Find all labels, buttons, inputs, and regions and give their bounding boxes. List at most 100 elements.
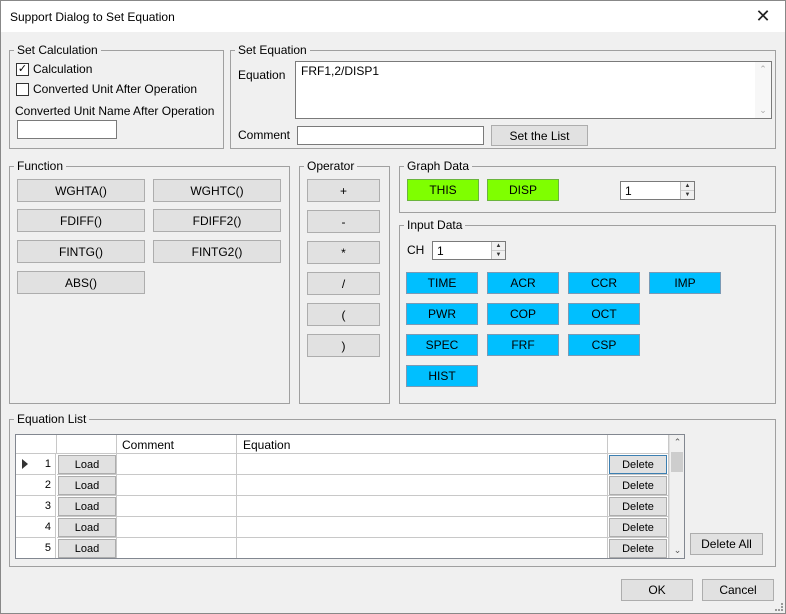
input-button-pwr[interactable]: PWR: [406, 303, 478, 325]
row-header[interactable]: 5: [16, 538, 56, 558]
equation-scrollbar[interactable]: ⌃ ⌄: [755, 62, 771, 118]
comment-cell[interactable]: [117, 496, 237, 517]
grid-header-equation: Equation: [237, 435, 608, 454]
ch-spinner[interactable]: 1 ▲ ▼: [432, 241, 506, 260]
input-button-acr[interactable]: ACR: [487, 272, 559, 294]
equation-textarea[interactable]: FRF1,2/DISP1 ⌃ ⌄: [295, 61, 772, 119]
delete-button[interactable]: Delete: [609, 518, 667, 537]
grid-header-comment-text: Comment: [122, 438, 175, 452]
converted-unit-label: Converted Unit After Operation: [33, 82, 198, 96]
grid-header-equation-text: Equation: [243, 438, 291, 452]
operator-button-multiply[interactable]: *: [307, 241, 380, 264]
grid-header-corner: [16, 435, 57, 454]
equation-cell[interactable]: [237, 475, 608, 496]
equation-label: Equation: [238, 68, 286, 82]
equation-text: FRF1,2/DISP1: [301, 64, 380, 78]
graph-data-spinner[interactable]: 1 ▲ ▼: [620, 181, 695, 200]
resize-grip-icon[interactable]: [775, 603, 783, 611]
calculation-checkbox[interactable]: ✓: [16, 63, 29, 76]
graph-button-this[interactable]: THIS: [407, 179, 479, 201]
input-button-csp[interactable]: CSP: [568, 334, 640, 356]
unit-name-input[interactable]: [17, 120, 117, 139]
cancel-button[interactable]: Cancel: [702, 579, 774, 601]
ok-button[interactable]: OK: [621, 579, 693, 601]
spinner-up-icon[interactable]: ▲: [681, 182, 694, 191]
comment-label: Comment: [238, 128, 291, 142]
load-button[interactable]: Load: [58, 455, 116, 474]
equation-cell[interactable]: [237, 517, 608, 538]
load-button[interactable]: Load: [58, 497, 116, 516]
function-button-fintg2[interactable]: FINTG2(): [153, 240, 281, 263]
function-button-fdiff[interactable]: FDIFF(): [17, 209, 145, 232]
input-button-frf[interactable]: FRF: [487, 334, 559, 356]
input-button-time[interactable]: TIME: [406, 272, 478, 294]
set-calculation-legend: Set Calculation: [17, 43, 98, 57]
spinner-up-icon[interactable]: ▲: [492, 242, 505, 251]
operator-button-plus[interactable]: +: [307, 179, 380, 202]
load-button[interactable]: Load: [58, 476, 116, 495]
row-header[interactable]: 4: [16, 517, 56, 538]
row-header[interactable]: 3: [16, 496, 56, 517]
close-icon[interactable]: ✕: [741, 1, 785, 32]
row-number: 2: [44, 479, 51, 491]
equation-grid: Comment Equation 1 Load Delete 2 Load De…: [15, 434, 685, 559]
calculation-label: Calculation: [33, 62, 93, 76]
input-button-ccr[interactable]: CCR: [568, 272, 640, 294]
input-button-cop[interactable]: COP: [487, 303, 559, 325]
input-data-legend: Input Data: [407, 218, 463, 232]
operator-button-divide[interactable]: /: [307, 272, 380, 295]
scroll-up-icon: ⌃: [759, 64, 767, 74]
equation-cell[interactable]: [237, 454, 608, 475]
equation-cell[interactable]: [237, 538, 608, 558]
function-button-abs[interactable]: ABS(): [17, 271, 145, 294]
input-button-spec[interactable]: SPEC: [406, 334, 478, 356]
comment-cell[interactable]: [117, 475, 237, 496]
graph-data-spinner-value: 1: [625, 184, 632, 198]
delete-button[interactable]: Delete: [609, 539, 667, 558]
function-button-wghta[interactable]: WGHTA(): [17, 179, 145, 202]
comment-cell[interactable]: [117, 538, 237, 558]
delete-button[interactable]: Delete: [609, 497, 667, 516]
equation-cell[interactable]: [237, 496, 608, 517]
delete-all-button[interactable]: Delete All: [690, 533, 763, 555]
delete-button[interactable]: Delete: [609, 476, 667, 495]
scroll-down-icon[interactable]: ⌄: [670, 543, 684, 558]
input-button-hist[interactable]: HIST: [406, 365, 478, 387]
function-button-fintg[interactable]: FINTG(): [17, 240, 145, 263]
operator-button-open-paren[interactable]: (: [307, 303, 380, 326]
scroll-thumb[interactable]: [671, 452, 683, 472]
ch-spinner-value: 1: [437, 244, 444, 258]
check-icon: ✓: [17, 63, 28, 75]
current-row-icon: [22, 459, 28, 469]
row-number: 1: [44, 458, 51, 470]
load-button[interactable]: Load: [58, 539, 116, 558]
window-title: Support Dialog to Set Equation: [10, 10, 175, 24]
input-button-oct[interactable]: OCT: [568, 303, 640, 325]
delete-button[interactable]: Delete: [609, 455, 667, 474]
spinner-down-icon[interactable]: ▼: [492, 250, 505, 259]
graph-data-legend: Graph Data: [407, 159, 470, 173]
function-legend: Function: [17, 159, 64, 173]
operator-button-close-paren[interactable]: ): [307, 334, 380, 357]
comment-input[interactable]: [297, 126, 484, 145]
operator-legend: Operator: [307, 159, 355, 173]
grid-header-load: [57, 435, 117, 454]
spinner-arrows: ▲ ▼: [680, 182, 694, 199]
title-bar: Support Dialog to Set Equation ✕: [1, 1, 785, 32]
function-button-fdiff2[interactable]: FDIFF2(): [153, 209, 281, 232]
graph-button-disp[interactable]: DISP: [487, 179, 559, 201]
input-button-imp[interactable]: IMP: [649, 272, 721, 294]
grid-scrollbar[interactable]: ⌃ ⌄: [669, 435, 684, 558]
comment-cell[interactable]: [117, 517, 237, 538]
spinner-down-icon[interactable]: ▼: [681, 190, 694, 199]
operator-button-minus[interactable]: -: [307, 210, 380, 233]
scroll-up-icon[interactable]: ⌃: [670, 435, 684, 450]
load-button[interactable]: Load: [58, 518, 116, 537]
function-button-wghtc[interactable]: WGHTC(): [153, 179, 281, 202]
set-the-list-button[interactable]: Set the List: [491, 125, 588, 146]
converted-unit-checkbox[interactable]: [16, 83, 29, 96]
comment-cell[interactable]: [117, 454, 237, 475]
row-header[interactable]: 1: [16, 454, 56, 475]
set-equation-legend: Set Equation: [238, 43, 307, 57]
row-header[interactable]: 2: [16, 475, 56, 496]
